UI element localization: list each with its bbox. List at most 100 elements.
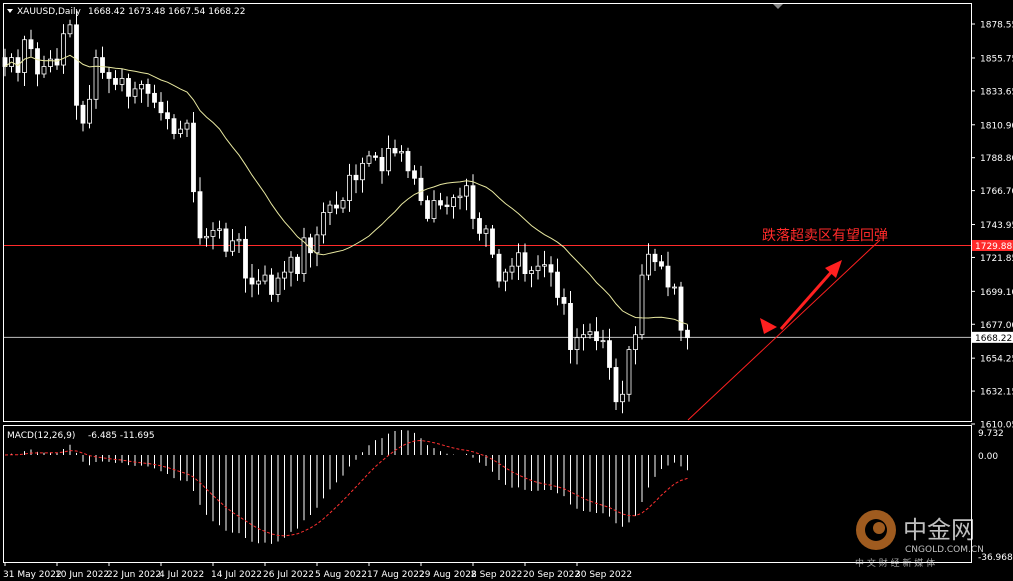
candle-body <box>678 286 684 331</box>
candle-body <box>594 331 599 342</box>
cngold-logo: 中金网 CNGOLD.COM.CN 中 文 财 经 新 媒 体 <box>855 510 984 569</box>
candle-body <box>295 256 300 275</box>
candle-body <box>548 264 554 273</box>
candle-body <box>620 393 625 403</box>
date-tick-label: 20 Sep 2022 <box>523 570 580 580</box>
candle-body <box>542 264 547 267</box>
support-arrow-head <box>760 318 777 334</box>
candle-body <box>405 151 411 172</box>
macd-signal-line <box>4 439 688 537</box>
candle-body <box>139 84 144 90</box>
candle-body <box>438 200 443 206</box>
candle-body <box>87 98 92 124</box>
candle-body <box>262 274 268 282</box>
candle-body <box>496 253 502 282</box>
candle-body <box>587 331 593 336</box>
candle-body <box>184 122 190 130</box>
date-tick-label: 31 May 2022 <box>3 570 62 580</box>
candle-body <box>379 157 385 172</box>
candle-body <box>353 174 359 181</box>
candle-body <box>522 252 528 275</box>
candle-body <box>204 235 209 239</box>
candle-body <box>243 238 248 279</box>
candle-body <box>431 200 437 219</box>
candle-body <box>360 162 365 181</box>
date-tick-label: 5 Aug 2022 <box>315 570 367 580</box>
price-tick-label: 1833.65 <box>980 87 1013 97</box>
candle-body <box>399 151 404 154</box>
candle-body <box>626 349 632 395</box>
symbol-label: XAUUSD,Daily <box>17 7 81 17</box>
candle-body <box>171 118 177 134</box>
date-tick-label: 30 Sep 2022 <box>575 570 632 580</box>
candle-body <box>119 78 125 85</box>
menu-arrow-icon[interactable] <box>7 9 13 13</box>
price-tick-label: 1878.55 <box>980 21 1013 31</box>
price-tick-label: 1810.90 <box>980 121 1013 131</box>
candle-body <box>217 228 222 231</box>
candle-body <box>321 212 326 236</box>
candle-body <box>425 200 430 219</box>
candle-body <box>529 270 534 275</box>
candle-body <box>67 24 73 35</box>
candle-body <box>132 88 138 97</box>
candle-body <box>477 218 482 234</box>
candle-body <box>197 191 203 239</box>
macd-values: -6.485 -11.695 <box>88 431 155 441</box>
scroll-marker-icon[interactable] <box>773 4 783 9</box>
candle-body <box>269 274 274 295</box>
candle-body <box>516 252 521 267</box>
candle-body <box>41 66 47 75</box>
candle-body <box>249 277 255 285</box>
candle-body <box>61 33 66 66</box>
candle-body <box>386 148 391 172</box>
candle-body <box>314 234 320 254</box>
candle-body <box>178 128 183 134</box>
date-tick-label: 22 Jun 2022 <box>107 570 161 580</box>
candle-body <box>633 334 638 350</box>
main-plot-frame <box>3 3 972 422</box>
candle-body <box>191 122 196 193</box>
candle-body <box>165 112 170 120</box>
candle-body <box>113 78 118 85</box>
candle-body <box>152 92 157 103</box>
date-tick-label: 14 Jul 2022 <box>211 570 262 580</box>
candle-body <box>308 237 313 254</box>
candle-body <box>327 204 333 213</box>
candle-body <box>334 204 339 209</box>
moving-average-line <box>4 54 688 325</box>
candle-body <box>22 39 27 73</box>
macd-max-label: 9.732 <box>978 429 1004 439</box>
candle-body <box>288 256 294 273</box>
candle-body <box>444 204 450 207</box>
price-chart[interactable]: 跌落超卖区有望回弹 XAUUSD,Daily 1668.42 1673.48 1… <box>0 0 1013 581</box>
candle-body <box>672 286 677 289</box>
date-tick-label: 4 Jul 2022 <box>159 570 204 580</box>
price-tick-label: 1699.10 <box>980 288 1013 298</box>
candle-body <box>503 271 508 282</box>
candle-body <box>93 57 99 100</box>
candle-body <box>275 277 281 295</box>
resistance-price-tag-label: 1729.88 <box>975 242 1012 252</box>
candle-body <box>464 185 469 197</box>
price-tick-label: 1743.95 <box>980 221 1013 231</box>
candle-body <box>373 155 378 158</box>
candle-body <box>607 340 612 368</box>
watermark-brand: 中金网 <box>903 516 975 544</box>
candles <box>2 10 690 414</box>
candle-body <box>223 228 229 252</box>
date-axis: 31 May 202210 Jun 202222 Jun 20224 Jul 2… <box>3 562 632 580</box>
candle-body <box>145 84 151 94</box>
candle-body <box>126 78 131 97</box>
candle-body <box>366 155 372 164</box>
candle-body <box>35 48 40 75</box>
price-tick-label: 1766.70 <box>980 187 1013 197</box>
candle-body <box>483 228 489 234</box>
price-tick-label: 1654.25 <box>980 355 1013 365</box>
candle-body <box>106 72 112 79</box>
price-tick-label: 1677.00 <box>980 321 1013 331</box>
candle-body <box>282 271 287 279</box>
candle-body <box>392 148 398 154</box>
date-tick-label: 26 Jul 2022 <box>263 570 314 580</box>
candle-body <box>470 185 476 219</box>
